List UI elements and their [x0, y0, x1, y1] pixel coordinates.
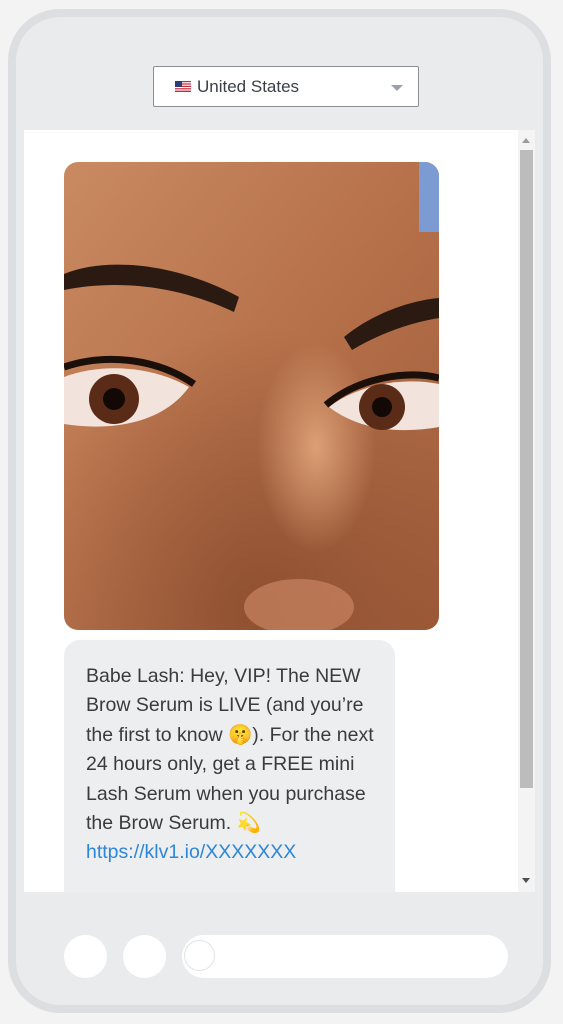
- message-thread[interactable]: Babe Lash: Hey, VIP! The NEW Brow Serum …: [24, 130, 535, 892]
- scroll-up-arrow-icon[interactable]: [522, 138, 530, 143]
- message-input[interactable]: [182, 935, 508, 978]
- message-link[interactable]: https://klv1.io/XXXXXXX: [86, 841, 296, 863]
- message-bubble: Babe Lash: Hey, VIP! The NEW Brow Serum …: [64, 640, 395, 892]
- apps-button[interactable]: [123, 935, 166, 978]
- message-text: Babe Lash: Hey, VIP! The NEW Brow Serum …: [86, 665, 374, 835]
- country-select[interactable]: United States: [153, 66, 419, 107]
- vertical-scrollbar[interactable]: [518, 130, 535, 892]
- input-action-icon[interactable]: [184, 940, 215, 971]
- scrollbar-thumb[interactable]: [520, 150, 533, 788]
- phone-frame: United States Babe Lash: Hey, VIP! The N…: [8, 9, 551, 1013]
- compose-bar: [16, 892, 543, 1005]
- mms-image: [64, 162, 439, 630]
- chevron-down-icon: [391, 85, 403, 91]
- country-select-value: United States: [197, 76, 300, 96]
- camera-button[interactable]: [64, 935, 107, 978]
- us-flag-icon: [175, 81, 191, 92]
- scroll-down-arrow-icon[interactable]: [522, 878, 530, 883]
